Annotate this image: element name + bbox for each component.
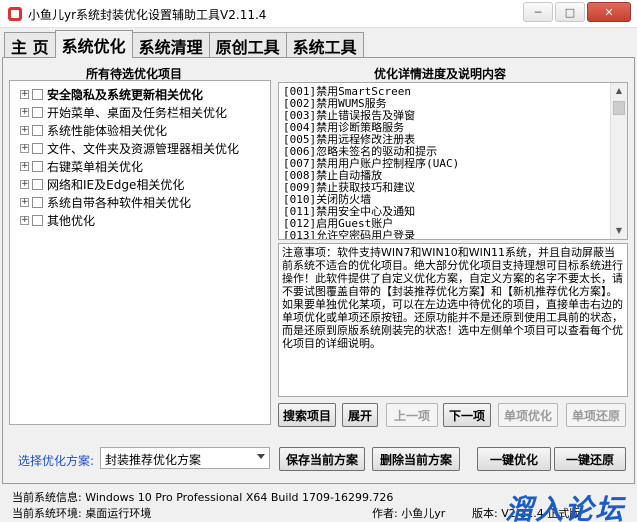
checkbox[interactable] [32,214,43,226]
expand-icon[interactable]: + [20,125,29,135]
single-restore-button[interactable]: 单项还原 [566,403,626,427]
tab-system-clean[interactable]: 系统清理 [131,32,210,58]
system-environment: 当前系统环境: 桌面运行环境 [12,507,152,520]
tree-item[interactable]: + 其他优化 [20,211,95,229]
chevron-down-icon [257,454,265,459]
tree-item[interactable]: + 开始菜单、桌面及任务栏相关优化 [20,103,227,121]
expand-icon[interactable]: + [20,89,29,99]
checkbox[interactable] [32,178,43,190]
checkbox[interactable] [32,88,43,100]
app-icon [8,7,22,21]
search-button[interactable]: 搜索项目 [278,403,336,427]
expand-icon[interactable]: + [20,197,29,207]
tree-item[interactable]: + 安全隐私及系统更新相关优化 [20,85,203,103]
window-controls: ─ □ ✕ [521,2,631,22]
scheme-selected-value: 封装推荐优化方案 [105,453,202,467]
tab-original-tools[interactable]: 原创工具 [208,32,287,58]
main-tabs: 主 页 系统优化 系统清理 原创工具 系统工具 [4,30,364,58]
scroll-up-icon[interactable]: ▲ [611,83,627,99]
tree-item[interactable]: + 系统性能体验相关优化 [20,121,167,139]
author-info: 作者: 小鱼儿yr [372,507,446,520]
forum-watermark: 溜入论坛 [504,493,625,522]
save-scheme-button[interactable]: 保存当前方案 [279,447,365,471]
prev-item-button[interactable]: 上一项 [386,403,438,427]
minimize-button[interactable]: ─ [523,2,553,22]
next-item-button[interactable]: 下一项 [443,403,491,427]
optimization-tree: + 安全隐私及系统更新相关优化 + 开始菜单、桌面及任务栏相关优化 + 系统性能体验相… [9,80,271,425]
scheme-label: 选择优化方案: [18,454,95,468]
right-panel-title: 优化详情进度及说明内容 [374,67,507,81]
system-info: 当前系统信息: Windows 10 Pro Professional X64 … [12,491,394,504]
expand-button[interactable]: 展开 [342,403,378,427]
optimization-list[interactable]: [001]禁用SmartScreen [002]禁用WUMS服务 [003]禁止… [278,82,628,240]
expand-icon[interactable]: + [20,179,29,189]
one-click-restore-button[interactable]: 一键还原 [554,447,626,471]
tab-system-tools[interactable]: 系统工具 [285,32,364,58]
tree-item[interactable]: + 系统自带各种软件相关优化 [20,193,191,211]
delete-scheme-button[interactable]: 删除当前方案 [372,447,460,471]
checkbox[interactable] [32,160,43,172]
list-item[interactable]: [013]允许空密码用户登录 [283,229,415,239]
maximize-icon: □ [564,5,576,19]
checkbox[interactable] [32,196,43,208]
expand-icon[interactable]: + [20,143,29,153]
close-button[interactable]: ✕ [587,2,631,22]
checkbox[interactable] [32,106,43,118]
minimize-icon: ─ [534,5,542,19]
checkbox[interactable] [32,124,43,136]
scroll-thumb[interactable] [613,101,625,115]
scheme-select[interactable]: 封装推荐优化方案 [100,447,270,469]
scroll-down-icon[interactable]: ▼ [611,223,627,239]
tree-item[interactable]: + 右键菜单相关优化 [20,157,143,175]
expand-icon[interactable]: + [20,107,29,117]
notes-text: 注意事项：软件支持WIN7和WIN10和WIN11系统，并且自动屏蔽当前系统不适… [278,243,628,397]
window-title: 小鱼儿yr系统封装优化设置辅助工具V2.11.4 [28,8,267,22]
single-optimize-button[interactable]: 单项优化 [498,403,558,427]
checkbox[interactable] [32,142,43,154]
tab-home[interactable]: 主 页 [4,32,56,58]
one-click-optimize-button[interactable]: 一键优化 [477,447,551,471]
list-scrollbar[interactable]: ▲ ▼ [610,83,627,239]
expand-icon[interactable]: + [20,161,29,171]
title-bar: 小鱼儿yr系统封装优化设置辅助工具V2.11.4 ─ □ ✕ [0,0,637,28]
maximize-button[interactable]: □ [555,2,585,22]
tree-item[interactable]: + 网络和IE及Edge相关优化 [20,175,184,193]
close-icon: ✕ [604,5,614,19]
expand-icon[interactable]: + [20,215,29,225]
tree-item[interactable]: + 文件、文件夹及资源管理器相关优化 [20,139,239,157]
tab-system-optimize[interactable]: 系统优化 [54,30,133,58]
